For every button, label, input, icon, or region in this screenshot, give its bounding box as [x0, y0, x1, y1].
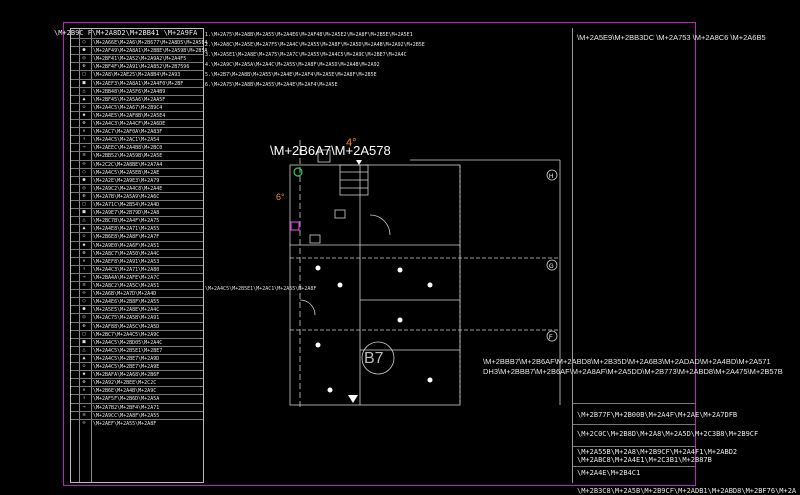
building-outline [289, 164, 461, 406]
fixture-dot [337, 282, 343, 288]
room-label: B7 [364, 350, 384, 367]
north-marker [356, 160, 362, 165]
door-swing [299, 299, 316, 316]
title-block-row: \M+2ABC8\M+2A4E1\M+2C3B1\M+2B87B [577, 456, 712, 464]
title-block-divider [573, 424, 696, 425]
grid-label-g: G [549, 264, 554, 270]
fixture-dot [315, 265, 321, 271]
title-block-divider [573, 446, 696, 447]
title-block-divider [573, 466, 696, 467]
marker-4: 4° [346, 137, 357, 149]
fixture-dot [397, 267, 403, 273]
equipment-symbol [309, 234, 321, 244]
fixture-dot [397, 317, 403, 323]
title-block-row: \M+2C0C\M+2B8D\M+2A8\M+2A5D\M+2C3B8\M+2B… [577, 430, 759, 438]
title-block-row: \M+2A4E\M+2B4C1 [577, 469, 641, 477]
fixture-dot [427, 282, 433, 288]
title-block-header: \M+2A5E9\M+2BB3DC \M+2A753 \M+2A8C6 \M+2… [577, 33, 766, 42]
door-swing [369, 214, 391, 236]
title-block-divider [573, 403, 696, 404]
fixture-dot [327, 387, 333, 393]
title-block: \M+2A5E9\M+2BB3DC \M+2A753 \M+2A8C6 \M+2… [572, 28, 796, 495]
equipment-symbol [334, 209, 346, 219]
fixture-dot [315, 342, 321, 348]
plan-title: \M+2B6A7\M+2A578 [270, 143, 391, 158]
title-block-row: \M+2A55B\M+2A8\M+2B9CF\M+2A4F1\M+2ABD2 [577, 448, 738, 456]
grid-label-h: H [549, 174, 553, 180]
fixture-dot [427, 377, 433, 383]
plan-annotation: \M+2A4C5\M+2B5E1\M+2AC1\M+2A55\M+2A8F [205, 286, 316, 292]
green-marker [293, 167, 303, 177]
grid-label-f: F [549, 335, 553, 341]
title-block-row: \M+2B77F\M+2B00B\M+2A4F\M+2AE\M+2A7DFB [577, 411, 738, 419]
section-marker [348, 395, 358, 403]
magenta-marker [290, 221, 300, 231]
marker-6: 6° [276, 192, 285, 202]
